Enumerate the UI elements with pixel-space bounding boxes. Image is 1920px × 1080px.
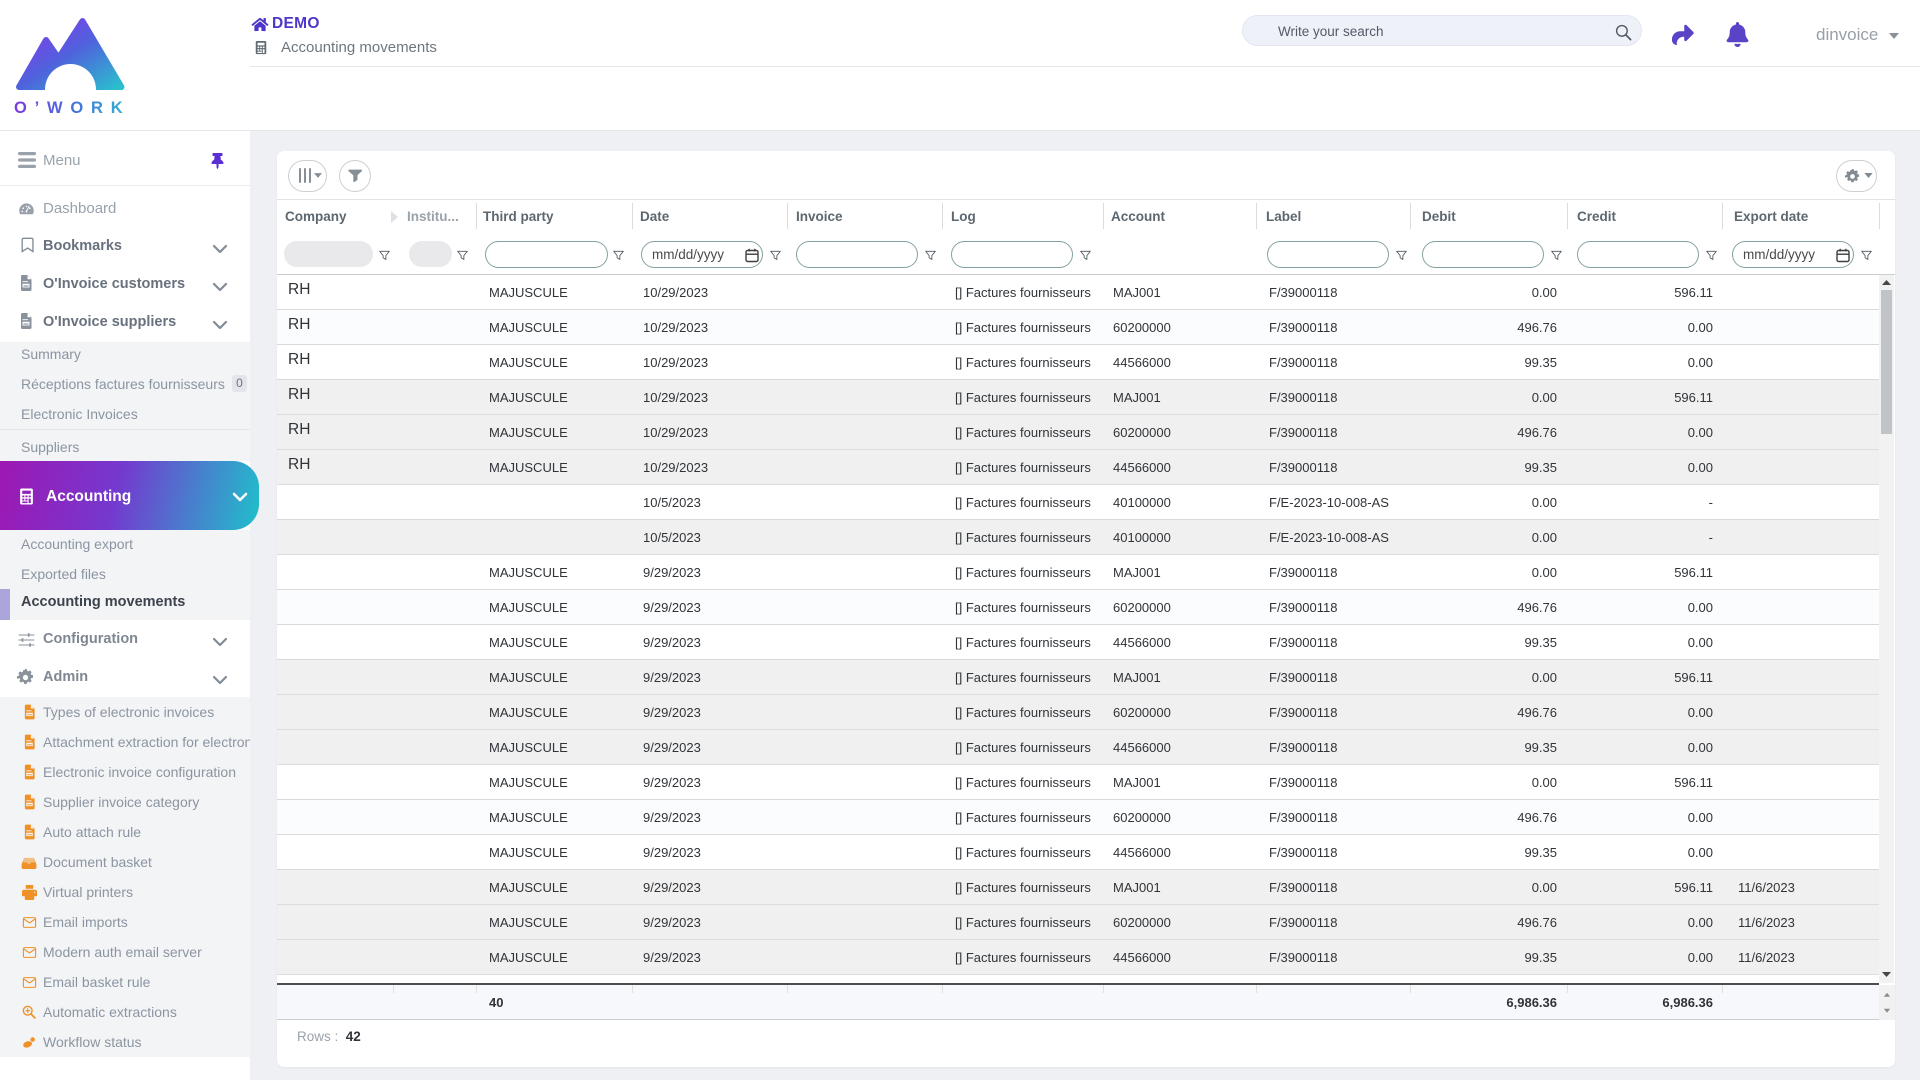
svg-text:O’WORK: O’WORK [14, 99, 130, 117]
